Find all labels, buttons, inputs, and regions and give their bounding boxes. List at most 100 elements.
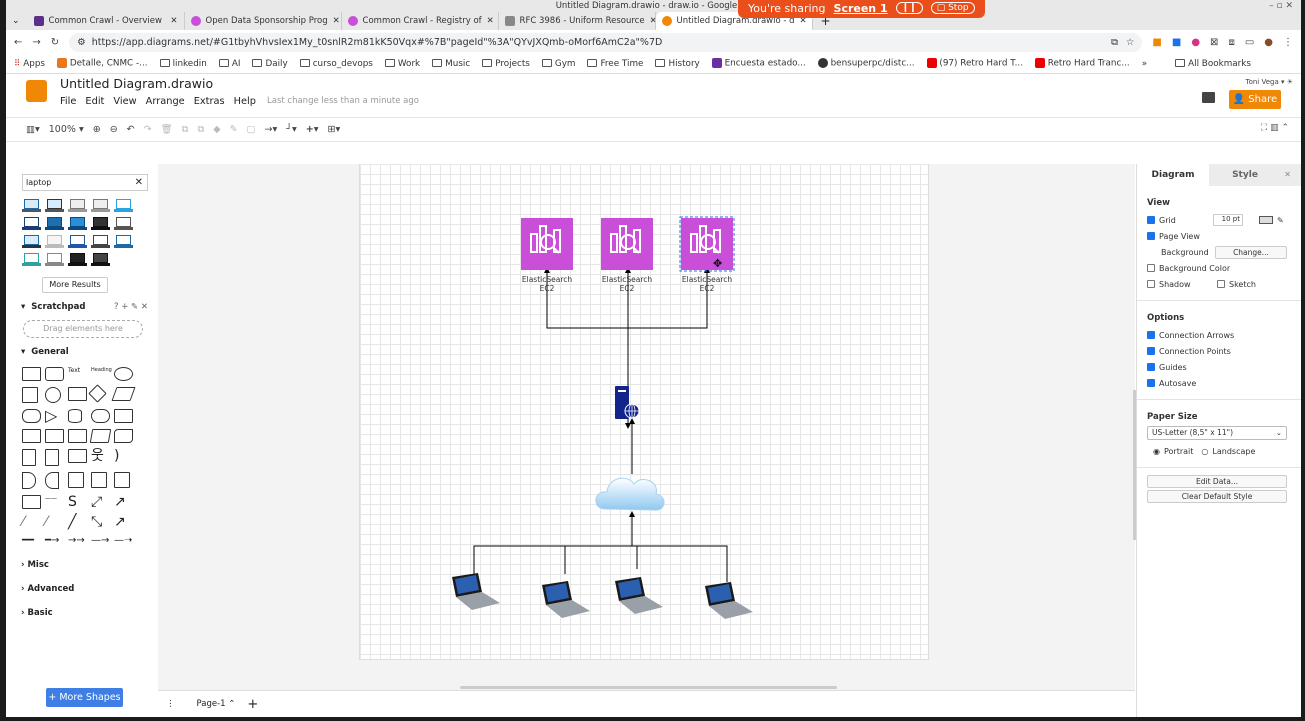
triangle-shape[interactable]: ▷ [45, 408, 68, 424]
ellipse-shape[interactable] [114, 367, 133, 381]
section-advanced[interactable]: › Advanced [21, 584, 154, 594]
format-panel-toggle-icon[interactable]: ▥▾ [26, 124, 40, 135]
card-shape[interactable] [45, 449, 59, 466]
callout-shape[interactable] [68, 449, 87, 463]
laptop-icon[interactable] [114, 217, 133, 231]
more-results-button[interactable]: More Results [42, 277, 108, 293]
bookmark-folder[interactable]: linkedin [159, 59, 207, 69]
landscape-label[interactable]: Landscape [1212, 447, 1255, 456]
laptop-icon[interactable] [22, 217, 41, 231]
bookmark-item[interactable]: bensuperpc/distc... [817, 58, 915, 69]
connector-label-shape[interactable]: —→ [91, 535, 114, 546]
bg-color-option[interactable]: Background Color [1147, 260, 1301, 276]
radio-unselected-icon[interactable]: ○ [1201, 447, 1208, 456]
shadow-option[interactable]: Shadow Sketch [1147, 276, 1301, 292]
text-shape[interactable]: Text [68, 367, 91, 381]
laptop-icon[interactable] [45, 253, 64, 267]
url-field[interactable]: ⚙ https://app.diagrams.net/#G1tbyhVhvsIe… [69, 32, 1143, 52]
or-shape[interactable] [22, 472, 36, 489]
menu-file[interactable]: File [60, 96, 76, 107]
redo-icon[interactable]: ↷ [144, 124, 152, 135]
diagram-canvas[interactable]: ElasticSearch EC2 ElasticSearch EC2 Elas… [158, 164, 1135, 690]
bookmark-item[interactable]: Encuesta estado... [711, 58, 806, 69]
diagram-page[interactable]: ElasticSearch EC2 ElasticSearch EC2 Elas… [359, 164, 929, 660]
parallelogram-shape[interactable] [111, 387, 136, 401]
fill-color-icon[interactable]: ◆ [213, 124, 220, 135]
grid-option[interactable]: Grid 10 pt ✎ [1147, 212, 1301, 228]
checkbox-unchecked[interactable] [1147, 280, 1155, 288]
menu-view[interactable]: View [113, 96, 136, 107]
checkbox-checked[interactable] [1147, 232, 1155, 240]
bookmark-item[interactable]: (97) Retro Hard T... [926, 58, 1023, 69]
edit-data-button[interactable]: Edit Data... [1147, 475, 1287, 488]
table-icon[interactable]: ⊞▾ [328, 124, 341, 135]
cube-shape[interactable] [45, 429, 64, 443]
delete-icon[interactable]: 🗑 [161, 124, 173, 135]
bookmark-folder[interactable]: Work [384, 59, 420, 69]
bookmark-folder[interactable]: Gym [541, 59, 575, 69]
grid-color-swatch[interactable] [1259, 216, 1273, 224]
process-shape[interactable] [68, 387, 87, 401]
reload-icon[interactable]: ↻ [51, 37, 59, 48]
laptop-client-4[interactable] [705, 582, 753, 619]
bookmark-folder[interactable]: Daily [252, 59, 288, 69]
profile-avatar[interactable]: ● [1264, 37, 1273, 48]
checkbox-checked[interactable] [1147, 216, 1155, 224]
insert-icon[interactable]: +▾ [306, 124, 319, 135]
bookmark-folder[interactable]: AI [218, 59, 240, 69]
connection-arrows-option[interactable]: Connection Arrows [1147, 327, 1301, 343]
web-server-icon[interactable] [615, 386, 640, 419]
comments-icon[interactable] [1202, 92, 1215, 103]
tab-diagram[interactable]: Diagram [1137, 164, 1209, 186]
laptop-icon[interactable] [91, 217, 110, 231]
extension-icon[interactable]: ● [1191, 37, 1200, 48]
zoom-select[interactable]: 100% ▾ [49, 124, 84, 135]
connection-style-icon[interactable]: →▾ [265, 124, 278, 135]
section-basic[interactable]: › Basic [21, 608, 154, 618]
radio-selected-icon[interactable]: ◉ [1153, 447, 1160, 456]
to-back-icon[interactable]: ⧉ [197, 124, 204, 135]
document-shape[interactable] [114, 409, 133, 423]
install-icon[interactable]: ⧉ [1111, 37, 1118, 48]
container-shape[interactable] [68, 472, 84, 488]
all-bookmarks[interactable]: All Bookmarks [1175, 59, 1251, 69]
curly-bracket-shape[interactable]: ) [114, 449, 137, 466]
trapezoid-shape[interactable] [89, 429, 112, 443]
bookmark-folder[interactable]: Music [432, 59, 470, 69]
tab-close-icon[interactable]: ✕ [170, 16, 177, 26]
bookmark-item[interactable]: Retro Hard Tranc... [1035, 58, 1130, 69]
clear-search-icon[interactable]: ✕ [135, 177, 143, 188]
tape-shape[interactable] [114, 429, 133, 443]
laptop-icon[interactable] [91, 253, 110, 267]
forward-icon[interactable]: → [32, 37, 40, 48]
grid-size-input[interactable]: 10 pt [1213, 214, 1243, 226]
pages-menu-icon[interactable]: ⋮ [166, 699, 175, 709]
menu-edit[interactable]: Edit [85, 96, 104, 107]
to-front-icon[interactable]: ⧉ [182, 124, 189, 135]
section-misc[interactable]: › Misc [21, 560, 154, 570]
shadow-icon[interactable]: ▢ [247, 124, 256, 135]
container-shape[interactable] [91, 472, 107, 488]
tab-rfc[interactable]: RFC 3986 - Uniform Resource ✕ [499, 12, 656, 30]
tab-common-crawl-overview[interactable]: Common Crawl - Overview ✕ [28, 12, 185, 30]
diamond-shape[interactable] [88, 384, 107, 403]
checkbox-checked[interactable] [1147, 379, 1155, 387]
internal-storage-shape[interactable] [22, 429, 41, 443]
sketch-option[interactable]: Sketch [1217, 280, 1256, 289]
laptop-icon[interactable] [22, 253, 41, 267]
clear-default-style-button[interactable]: Clear Default Style [1147, 490, 1287, 503]
step-shape[interactable] [68, 429, 87, 443]
laptop-icon[interactable] [68, 199, 87, 213]
tab-open-data[interactable]: Open Data Sponsorship Prog ✕ [185, 12, 342, 30]
checkbox-checked[interactable] [1147, 331, 1155, 339]
dotted-line-shape[interactable]: ⁄ [45, 515, 68, 529]
connection-points-option[interactable]: Connection Points [1147, 343, 1301, 359]
undo-icon[interactable]: ↶ [127, 124, 135, 135]
laptop-client-1[interactable] [452, 573, 500, 610]
rounded-rectangle-shape[interactable] [45, 367, 64, 381]
page-view-option[interactable]: Page View [1147, 228, 1301, 244]
menu-extras[interactable]: Extras [194, 96, 225, 107]
pause-share-button[interactable]: ❙❙ [895, 2, 923, 14]
tab-list-icon[interactable]: ⌄ [12, 16, 20, 26]
link-shape[interactable]: ━━ [22, 535, 45, 546]
